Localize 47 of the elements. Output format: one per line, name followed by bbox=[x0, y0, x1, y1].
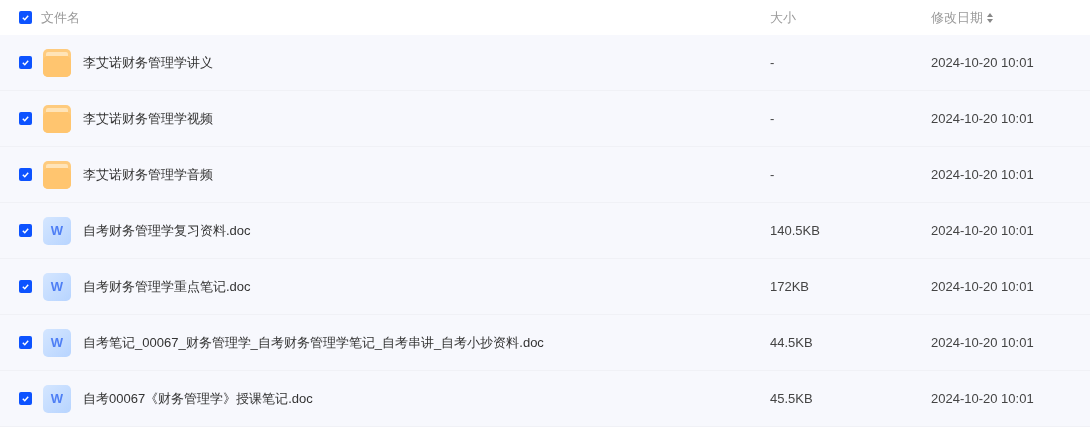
modified-date: 2024-10-20 10:01 bbox=[931, 333, 1034, 352]
modified-date: 2024-10-20 10:01 bbox=[931, 277, 1034, 296]
file-name[interactable]: 自考财务管理学重点笔记.doc bbox=[83, 276, 251, 297]
checkmark-icon bbox=[21, 282, 30, 291]
folder-icon bbox=[43, 160, 71, 189]
word-document-icon: W bbox=[43, 272, 71, 301]
file-size: 172KB bbox=[770, 278, 810, 294]
checkbox[interactable] bbox=[19, 168, 32, 181]
modified-date: 2024-10-20 10:01 bbox=[931, 165, 1034, 184]
folder-icon bbox=[43, 104, 71, 133]
word-document-icon: W bbox=[43, 384, 71, 413]
checkbox[interactable] bbox=[19, 336, 32, 349]
column-header: 文件名 bbox=[41, 8, 80, 27]
checkbox[interactable] bbox=[19, 56, 32, 69]
file-name[interactable]: 李艾诺财务管理学音频 bbox=[83, 164, 213, 185]
file-size: 45.5KB bbox=[770, 390, 813, 406]
checkbox[interactable] bbox=[19, 11, 32, 24]
sort-icon[interactable] bbox=[987, 12, 993, 23]
modified-date: 2024-10-20 10:01 bbox=[931, 221, 1034, 240]
checkbox[interactable] bbox=[19, 224, 32, 237]
checkmark-icon bbox=[21, 394, 30, 403]
checkmark-icon bbox=[21, 58, 30, 67]
file-size: - bbox=[770, 54, 775, 70]
checkmark-icon bbox=[21, 226, 30, 235]
file-size: 140.5KB bbox=[770, 222, 820, 238]
word-document-icon: W bbox=[43, 216, 71, 245]
checkmark-icon bbox=[21, 338, 30, 347]
word-document-icon: W bbox=[43, 328, 71, 357]
checkmark-icon bbox=[21, 170, 30, 179]
file-name[interactable]: 自考00067《财务管理学》授课笔记.doc bbox=[83, 388, 313, 409]
file-name[interactable]: 自考笔记_00067_财务管理学_自考财务管理学笔记_自考串讲_自考小抄资料.doc bbox=[83, 332, 544, 353]
file-size: - bbox=[770, 166, 775, 182]
file-size: - bbox=[770, 110, 775, 126]
modified-date: 2024-10-20 10:01 bbox=[931, 53, 1034, 72]
file-name[interactable]: 李艾诺财务管理学讲义 bbox=[83, 52, 213, 73]
checkmark-icon bbox=[21, 114, 30, 123]
file-name[interactable]: 自考财务管理学复习资料.doc bbox=[83, 220, 251, 241]
checkmark-icon bbox=[21, 13, 30, 22]
checkbox[interactable] bbox=[19, 392, 32, 405]
checkbox[interactable] bbox=[19, 280, 32, 293]
modified-date: 2024-10-20 10:01 bbox=[931, 109, 1034, 128]
modified-date: 2024-10-20 10:01 bbox=[931, 389, 1034, 408]
file-size: 44.5KB bbox=[770, 334, 813, 350]
checkbox[interactable] bbox=[19, 112, 32, 125]
column-header: 大小 bbox=[770, 9, 796, 25]
file-name[interactable]: 李艾诺财务管理学视频 bbox=[83, 108, 213, 129]
folder-icon bbox=[43, 48, 71, 77]
